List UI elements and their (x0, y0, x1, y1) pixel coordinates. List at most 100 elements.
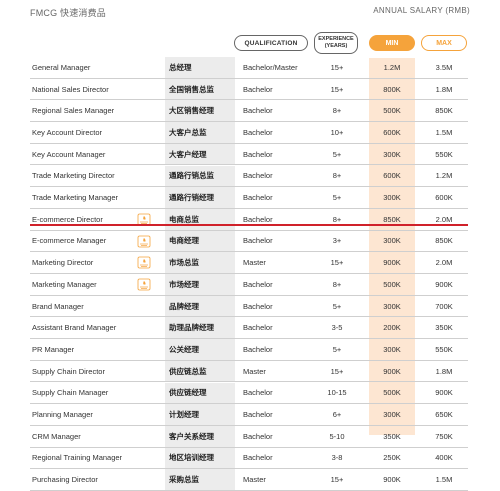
max-salary-cell: 1.5M (435, 475, 453, 485)
table-row: Marketing Director 市场总监 Master 15+ 900K 2.0M (30, 252, 468, 274)
job-title-cn: 助理品牌经理 (165, 317, 235, 339)
table-row: Supply Chain Manager 供应链经理 Bachelor 10-15 50… (30, 382, 468, 405)
job-title-cn: 市场经理 (165, 274, 235, 295)
min-salary-cell: 350K (383, 431, 401, 441)
job-title: Supply Chain Manager (32, 388, 109, 398)
job-title-cn: 采购总监 (165, 469, 235, 490)
table-row: Purchasing Director 采购总监 Master 15+ 900K 1.5M (30, 469, 468, 491)
job-title-cn: 电商经理 (165, 230, 235, 252)
job-title: Brand Manager (32, 301, 84, 311)
min-salary-cell: 900K (383, 475, 401, 485)
job-title: Supply Chain Director (32, 366, 105, 376)
job-title: National Sales Director (32, 84, 109, 94)
job-title-cn: 供应链经理 (165, 382, 235, 404)
table-row: Trade Marketing Director 通路行销总监 Bachelor 8+… (30, 165, 468, 188)
max-salary-cell: 3.5M (435, 62, 453, 72)
salary-table-page: FMCG 快速消费品 ANNUAL SALARY (RMB) QUALIFICA… (0, 0, 500, 491)
table-row: PR Manager 公关经理 Bachelor 5+ 300K 550K (30, 339, 468, 361)
min-salary-cell: 1.2M (383, 62, 401, 72)
job-title-cn: 大客户总监 (165, 122, 235, 143)
min-salary-cell: 300K (383, 236, 401, 246)
min-salary-cell: 300K (383, 410, 401, 420)
max-salary-cell: 400K (435, 453, 453, 463)
table-row: E-commerce Director 电商总监 Bachelor 8+ 850K 2.0… (30, 208, 468, 231)
experience-cell: 15+ (330, 258, 344, 268)
min-salary-cell: 600K (383, 127, 401, 137)
min-salary-cell: 800K (383, 84, 401, 94)
table-row: Supply Chain Director 供应链总监 Master 15+ 900K 1… (30, 360, 468, 383)
job-title-cn: 大客户经理 (165, 143, 235, 165)
experience-cell: 3-8 (331, 453, 343, 463)
job-title: Key Account Manager (32, 149, 106, 159)
table-row: National Sales Director 全国销售总监 Bachelor 15+… (30, 78, 468, 101)
table-row: Assistant Brand Manager 助理品牌经理 Bachelor 3-5… (30, 317, 468, 340)
table-row: Key Account Director 大客户总监 Bachelor 10+ 600K… (30, 122, 468, 144)
max-salary-cell: 2.0M (435, 214, 453, 224)
job-title-cn: 品牌经理 (165, 295, 235, 317)
experience-header: EXPERIENCE (YEARS) (314, 32, 358, 54)
job-title: Planning Manager (32, 410, 93, 420)
experience-cell: 15+ (330, 62, 344, 72)
job-title: Regional Sales Manager (32, 106, 115, 116)
experience-cell: 6+ (332, 410, 342, 420)
hot-job-icon (137, 235, 151, 247)
experience-header-line1: EXPERIENCE (318, 36, 354, 42)
table-row: E-commerce Manager 电商经理 Bachelor 3+ 300K 850K (30, 230, 468, 253)
max-salary-cell: 900K (435, 279, 453, 289)
job-title-cn: 公关经理 (165, 339, 235, 360)
min-salary-cell: 300K (383, 301, 401, 311)
job-title-cn: 大区销售经理 (165, 100, 235, 122)
min-salary-cell: 300K (383, 344, 401, 354)
experience-cell: 8+ (332, 106, 342, 116)
job-title: General Manager (32, 62, 91, 72)
table-row: Marketing Manager 市场经理 Bachelor 8+ 500K 900K (30, 274, 468, 296)
job-title: Key Account Director (32, 127, 103, 137)
min-salary-cell: 300K (383, 193, 401, 203)
job-title-cn: 地区培训经理 (165, 447, 235, 469)
experience-cell: 8+ (332, 279, 342, 289)
job-title-cn: 计划经理 (165, 404, 235, 425)
job-title-cn: 全国销售总监 (165, 78, 235, 100)
job-title-cn: 市场总监 (165, 252, 235, 273)
job-title: Assistant Brand Manager (32, 323, 117, 333)
job-title: Regional Training Manager (32, 453, 123, 463)
experience-cell: 8+ (332, 214, 342, 224)
min-salary-cell: 600K (383, 171, 401, 181)
max-salary-cell: 750K (435, 431, 453, 441)
experience-cell: 5-10 (329, 431, 345, 441)
experience-cell: 5+ (332, 344, 342, 354)
highlight-divider-line (30, 224, 468, 226)
max-salary-cell: 1.2M (435, 171, 453, 181)
table-row: Brand Manager 品牌经理 Bachelor 5+ 300K 700K (30, 295, 468, 318)
job-title-cn: 通路行销经理 (165, 187, 235, 208)
min-salary-cell: 900K (383, 258, 401, 268)
max-salary-cell: 550K (435, 149, 453, 159)
experience-header-line2: (YEARS) (324, 43, 348, 49)
hot-job-icon (137, 256, 151, 269)
max-salary-cell: 350K (435, 323, 453, 333)
min-salary-cell: 300K (383, 149, 401, 159)
min-salary-cell: 500K (383, 279, 401, 289)
min-salary-cell: 500K (383, 106, 401, 116)
qualification-header: QUALIFICATION (234, 35, 308, 51)
max-salary-cell: 550K (435, 344, 453, 354)
salary-unit-label: ANNUAL SALARY (RMB) (373, 6, 470, 15)
max-salary-cell: 700K (435, 301, 453, 311)
job-title: PR Manager (32, 344, 75, 354)
experience-cell: 8+ (332, 171, 342, 181)
max-salary-cell: 650K (435, 410, 453, 420)
table-row: CRM Manager 客户关系经理 Bachelor 5-10 350K 750K (30, 425, 468, 448)
max-salary-cell: 1.8M (435, 366, 453, 376)
max-salary-cell: 850K (435, 106, 453, 116)
table-row: General Manager 总经理 Bachelor/Master 15+ 1.2M… (30, 57, 468, 79)
table-row: Planning Manager 计划经理 Bachelor 6+ 300K 650K (30, 404, 468, 426)
max-salary-cell: 1.8M (435, 84, 453, 94)
max-salary-cell: 850K (435, 236, 453, 246)
min-salary-cell: 900K (383, 366, 401, 376)
table-row: Regional Training Manager 地区培训经理 Bachelor 3… (30, 447, 468, 470)
hot-job-icon (137, 278, 151, 291)
min-header: MIN (369, 35, 415, 51)
table-row: Regional Sales Manager 大区销售经理 Bachelor 8+ 50… (30, 100, 468, 123)
experience-cell: 3-5 (331, 323, 343, 333)
job-title-cn: 总经理 (165, 57, 235, 78)
